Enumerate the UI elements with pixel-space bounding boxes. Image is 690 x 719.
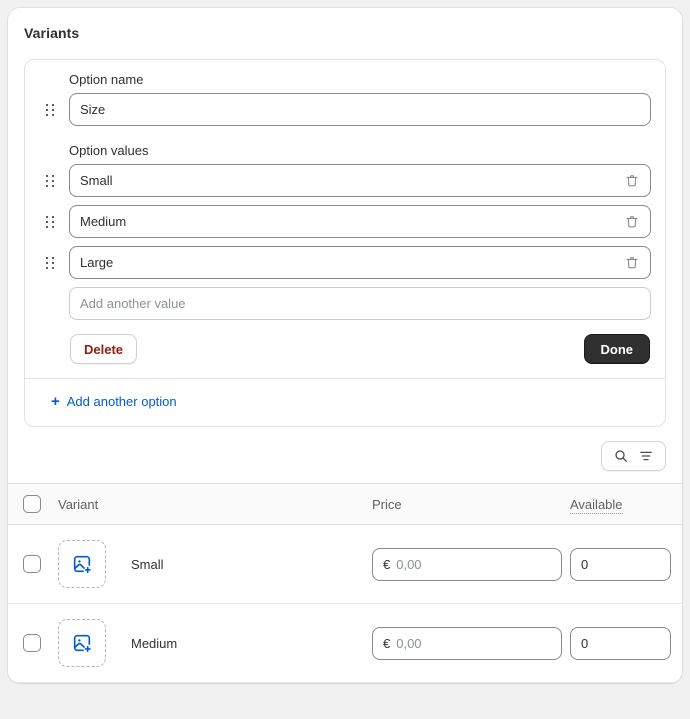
column-header-available: Available [570, 496, 682, 514]
option-value-row: Medium [39, 205, 651, 238]
currency-symbol: € [383, 556, 391, 572]
search-filter-pill[interactable] [601, 441, 666, 471]
available-input[interactable]: 0 [570, 626, 671, 660]
trash-icon[interactable] [624, 173, 640, 189]
available-input[interactable]: 0 [570, 547, 671, 581]
row-checkbox[interactable] [23, 634, 41, 652]
price-cell: € 0,00 [372, 547, 570, 581]
add-another-option-button[interactable]: + Add another option [39, 394, 177, 409]
variants-page: Variants Option name Size Option values [0, 0, 690, 719]
option-name-value: Size [80, 102, 106, 117]
currency-symbol: € [383, 635, 391, 651]
available-value: 0 [581, 635, 589, 651]
table-row: Small € 0,00 0 [8, 525, 682, 604]
row-checkbox[interactable] [23, 555, 41, 573]
add-value-row: Add another value [39, 287, 651, 320]
option-name-row: Size [39, 93, 651, 126]
plus-icon: + [51, 393, 60, 410]
option-value-text: Medium [80, 214, 127, 229]
add-image-icon[interactable] [58, 540, 106, 588]
available-value: 0 [581, 556, 589, 572]
option-value-input[interactable]: Small [69, 164, 651, 197]
variants-table: Variant Price Available Small € 0,00 0 M… [8, 483, 682, 683]
option-values-label: Option values [69, 143, 149, 158]
column-header-variant: Variant [58, 496, 99, 512]
option-actions: Delete Done [39, 334, 651, 364]
drag-handle-icon[interactable] [39, 209, 61, 235]
filter-icon[interactable] [638, 448, 654, 464]
add-image-icon[interactable] [58, 619, 106, 667]
available-cell: 0 [570, 547, 682, 581]
add-value-input[interactable]: Add another value [69, 287, 651, 320]
drag-handle-icon[interactable] [39, 168, 61, 194]
table-header-row: Variant Price Available [8, 484, 682, 525]
drag-handle-icon[interactable] [39, 250, 61, 276]
select-all-checkbox[interactable] [23, 495, 41, 513]
price-placeholder: 0,00 [396, 635, 422, 651]
select-all-cell [8, 495, 52, 513]
option-name-label: Option name [69, 72, 144, 87]
add-another-option-label: Add another option [66, 394, 177, 409]
search-icon[interactable] [613, 448, 629, 464]
variants-card: Variants Option name Size Option values [8, 8, 682, 683]
price-input[interactable]: € 0,00 [372, 626, 562, 660]
option-value-row: Large [39, 246, 651, 279]
option-footer: + Add another option [25, 378, 665, 426]
price-input[interactable]: € 0,00 [372, 547, 562, 581]
drag-handle-icon[interactable] [39, 97, 61, 123]
variant-cell: Medium [52, 619, 372, 667]
add-value-placeholder: Add another value [80, 296, 186, 311]
option-value-text: Small [80, 173, 113, 188]
option-value-input[interactable]: Large [69, 246, 651, 279]
price-cell: € 0,00 [372, 626, 570, 660]
done-button[interactable]: Done [583, 334, 650, 364]
available-cell: 0 [570, 626, 682, 660]
option-editor-body: Option name Size Option values Small Med… [25, 60, 665, 378]
trash-icon[interactable] [624, 255, 640, 271]
option-value-row: Small [39, 164, 651, 197]
option-value-input[interactable]: Medium [69, 205, 651, 238]
option-value-text: Large [80, 255, 114, 270]
variant-name: Small [131, 556, 164, 572]
variant-name: Medium [131, 635, 178, 651]
option-name-input[interactable]: Size [69, 93, 651, 126]
row-select-cell [8, 555, 52, 573]
column-header-price: Price [372, 496, 402, 512]
variants-toolbar [8, 427, 682, 483]
table-row: Medium € 0,00 0 [8, 604, 682, 683]
row-select-cell [8, 634, 52, 652]
option-editor-card: Option name Size Option values Small Med… [24, 59, 666, 427]
trash-icon[interactable] [624, 214, 640, 230]
delete-button[interactable]: Delete [70, 334, 138, 364]
page-title: Variants [24, 25, 80, 41]
price-placeholder: 0,00 [396, 556, 422, 572]
variant-cell: Small [52, 540, 372, 588]
column-header-available-label: Available [570, 496, 623, 514]
